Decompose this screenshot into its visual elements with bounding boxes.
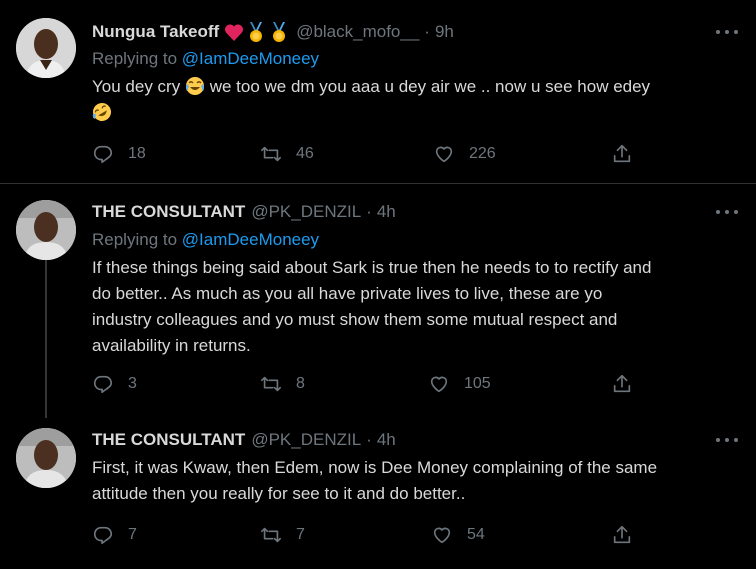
reply-icon — [93, 526, 113, 545]
medal-emoji — [250, 22, 263, 42]
display-name[interactable]: THE CONSULTANT — [92, 202, 245, 222]
name-emojis — [224, 21, 290, 43]
retweet-button[interactable]: 7 — [260, 524, 305, 546]
display-name[interactable]: Nungua Takeoff — [92, 22, 219, 42]
medal-emoji — [273, 22, 286, 42]
tweet-text-line: availability in returns. — [92, 336, 251, 355]
retweet-icon — [261, 146, 281, 162]
avatar[interactable] — [16, 200, 76, 260]
like-count: 105 — [464, 375, 491, 392]
tweet-text-line: attitude then you really for see to it a… — [92, 484, 466, 503]
share-icon — [613, 374, 631, 393]
tweet-text-line: do better.. As much as you all have priv… — [92, 284, 603, 303]
retweet-button[interactable]: 8 — [260, 373, 305, 395]
more-icon[interactable] — [716, 433, 738, 447]
tweet-header: Nungua Takeoff @black_mofo__ · 9h — [92, 21, 454, 43]
reply-icon — [93, 145, 113, 164]
tweet-text: If these things being said about Sark is… — [92, 255, 747, 359]
display-name[interactable]: THE CONSULTANT — [92, 430, 245, 450]
tweet-header: THE CONSULTANT @PK_DENZIL · 4h — [92, 201, 396, 223]
tweet-text-part: You dey cry — [92, 77, 181, 96]
reply-button[interactable]: 7 — [92, 524, 137, 546]
red-heart-emoji — [225, 24, 244, 41]
reply-button[interactable]: 18 — [92, 143, 146, 165]
user-handle[interactable]: @PK_DENZIL — [251, 202, 361, 222]
tweet-text-line: industry colleagues and yo must show the… — [92, 310, 618, 329]
replying-to-prefix: Replying to — [92, 230, 178, 249]
retweet-icon — [261, 527, 281, 543]
reply-icon — [93, 375, 113, 394]
share-button[interactable] — [611, 524, 633, 546]
more-icon[interactable] — [716, 25, 738, 39]
retweet-count: 8 — [296, 375, 305, 392]
reply-count: 7 — [128, 526, 137, 543]
like-button[interactable]: 54 — [431, 524, 485, 546]
retweet-count: 7 — [296, 526, 305, 543]
reply-count: 3 — [128, 375, 137, 392]
separator-dot: · — [366, 430, 372, 449]
retweet-count: 46 — [296, 145, 314, 162]
tweet-text-line: First, it was Kwaw, then Edem, now is De… — [92, 458, 658, 477]
replying-to: Replying to @IamDeeMoneey — [92, 49, 319, 69]
tweet-header: THE CONSULTANT @PK_DENZIL · 4h — [92, 429, 396, 451]
like-button[interactable]: 226 — [433, 143, 496, 165]
reply-count: 18 — [128, 145, 146, 162]
rofl-emoji — [92, 103, 111, 121]
user-handle[interactable]: @black_mofo__ — [296, 22, 419, 42]
separator-dot: · — [424, 22, 430, 41]
tweet-text-part: we too we dm you aaa u dey air we .. now… — [209, 77, 651, 96]
retweet-icon — [261, 376, 281, 392]
tweet-3[interactable]: THE CONSULTANT @PK_DENZIL · 4h First, it… — [0, 412, 756, 569]
retweet-button[interactable]: 46 — [260, 143, 314, 165]
separator-dot: · — [366, 202, 372, 221]
avatar[interactable] — [16, 428, 76, 488]
share-button[interactable] — [611, 143, 633, 165]
tweet-text-line: If these things being said about Sark is… — [92, 258, 652, 277]
like-count: 226 — [469, 145, 496, 162]
reply-button[interactable]: 3 — [92, 373, 137, 395]
tweet-text: First, it was Kwaw, then Edem, now is De… — [92, 455, 747, 507]
mention-link[interactable]: @IamDeeMoneey — [182, 230, 319, 249]
tweet-text: You dey cry we too we dm you aaa u dey a… — [92, 74, 747, 126]
replying-to-prefix: Replying to — [92, 49, 178, 68]
like-count: 54 — [467, 526, 485, 543]
joy-emoji — [185, 77, 204, 95]
replying-to: Replying to @IamDeeMoneey — [92, 230, 319, 250]
like-icon — [435, 146, 453, 163]
thread-line — [45, 260, 47, 418]
timestamp[interactable]: 4h — [377, 430, 396, 450]
timestamp[interactable]: 9h — [435, 22, 454, 42]
avatar[interactable] — [16, 18, 76, 78]
like-icon — [433, 527, 451, 544]
mention-link[interactable]: @IamDeeMoneey — [182, 49, 319, 68]
more-icon[interactable] — [716, 205, 738, 219]
like-icon — [430, 376, 448, 393]
tweet-1[interactable]: Nungua Takeoff @black_mofo__ · 9h Replyi — [0, 0, 756, 183]
like-button[interactable]: 105 — [428, 373, 491, 395]
timestamp[interactable]: 4h — [377, 202, 396, 222]
share-icon — [613, 144, 631, 163]
user-handle[interactable]: @PK_DENZIL — [251, 430, 361, 450]
share-icon — [613, 525, 631, 544]
share-button[interactable] — [611, 373, 633, 395]
